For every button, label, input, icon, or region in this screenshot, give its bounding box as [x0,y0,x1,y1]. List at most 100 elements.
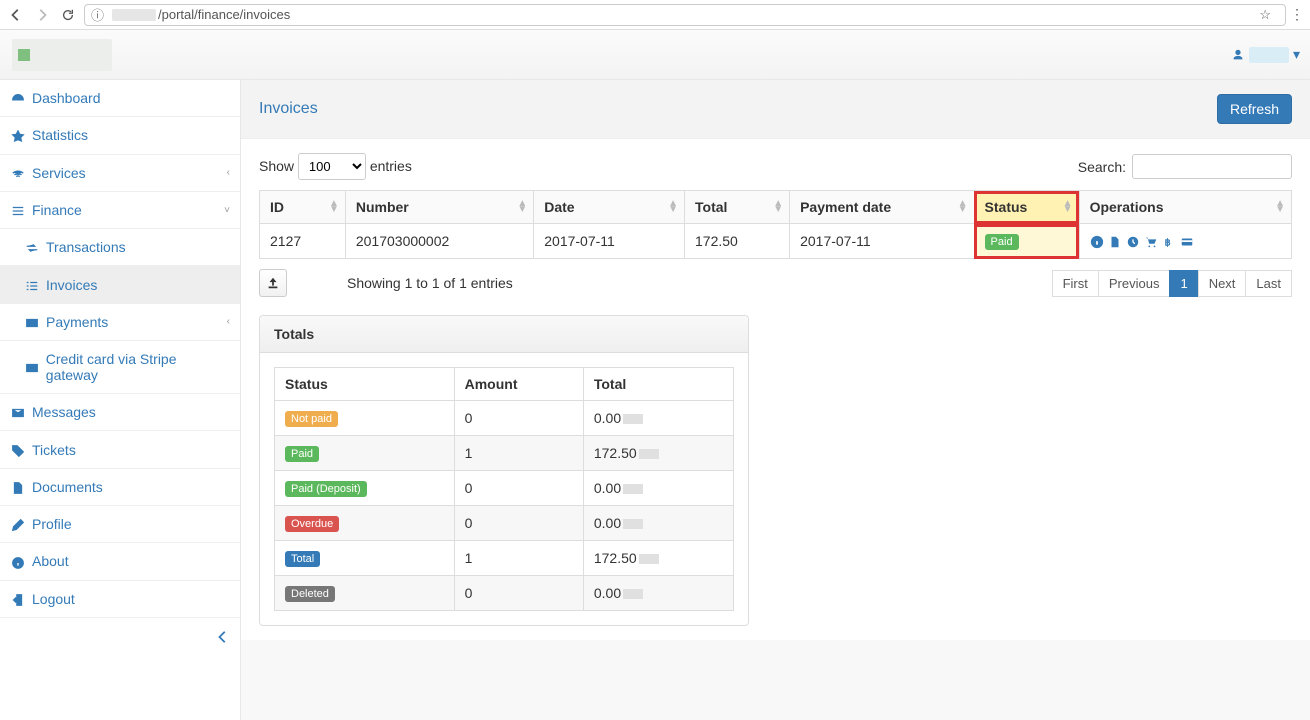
length-label-pre: Show [259,158,294,174]
op-file-icon[interactable] [1108,233,1122,249]
sidebar-item-label: Logout [32,591,75,607]
star-icon [11,130,25,144]
totals-status: Total [275,541,455,576]
pencil-icon [11,518,25,532]
sidebar-item-logout[interactable]: Logout [0,581,240,617]
page-last[interactable]: Last [1245,270,1292,297]
sort-icon: ▲▼ [517,201,527,213]
table-row: 21272017030000022017-07-11172.502017-07-… [260,224,1292,259]
op-bitcoin-icon[interactable]: ฿ [1162,233,1176,249]
totals-amount: 0 [454,471,583,506]
sidebar-item-tickets[interactable]: Tickets [0,431,240,467]
pagination: First Previous 1 Next Last [1053,270,1292,297]
status-badge: Total [285,551,320,567]
sidebar-item-profile[interactable]: Profile [0,506,240,542]
sidebar-item-label: Invoices [46,277,97,293]
op-info-icon[interactable] [1090,233,1104,249]
op-cart-icon[interactable] [1144,233,1158,249]
datatable-controls: Show 100 entries Search: [259,153,1292,180]
url-path: /portal/finance/invoices [158,7,290,22]
col-payment-date[interactable]: Payment date▲▼ [790,191,974,224]
sidebar-item-label: Statistics [32,127,88,143]
url-bar[interactable]: ⓘ /portal/finance/invoices ☆ [84,4,1286,26]
sort-icon: ▲▼ [1275,201,1285,213]
sidebar-item-label: Transactions [46,239,126,255]
col-date[interactable]: Date▲▼ [534,191,685,224]
totals-heading: Totals [260,316,748,353]
logo[interactable] [12,39,112,71]
sidebar-item-dashboard[interactable]: Dashboard [0,80,240,116]
invoices-table: ID▲▼Number▲▼Date▲▼Total▲▼Payment date▲▼S… [259,190,1292,259]
sidebar-item-services[interactable]: Services ‹ [0,155,240,191]
chevron-icon: ˅ [224,205,230,216]
forward-button[interactable] [32,5,52,25]
length-label-post: entries [370,158,412,174]
length-select[interactable]: 100 [298,153,366,180]
page-next[interactable]: Next [1198,270,1247,297]
sidebar-item-transactions[interactable]: Transactions [0,229,240,265]
page-first[interactable]: First [1052,270,1099,297]
sidebar-item-finance[interactable]: Finance˅ [0,192,240,228]
totals-status: Deleted [275,576,455,611]
envelope-icon [11,406,25,420]
search-input[interactable] [1132,154,1292,179]
totals-status: Not paid [275,401,455,436]
sidebar-item-credit-card-via-stripe-gateway[interactable]: Credit card via Stripe gateway [0,341,240,393]
op-clock-icon[interactable] [1126,233,1140,249]
col-label: ID [270,199,284,215]
site-info-icon[interactable]: ⓘ [91,5,104,24]
wifi-icon [11,167,25,181]
refresh-button[interactable]: Refresh [1217,94,1292,124]
search-control: Search: [1078,154,1292,179]
page-current[interactable]: 1 [1169,270,1198,297]
status-badge: Not paid [285,411,338,427]
cell-date: 2017-07-11 [534,224,685,259]
cell-id: 2127 [260,224,346,259]
sidebar-item-about[interactable]: About [0,543,240,579]
totals-panel: Totals StatusAmountTotal Not paid00.00Pa… [259,315,749,626]
file-icon [11,481,25,495]
cell-status: Paid [974,224,1079,259]
sidebar-collapse-button[interactable] [0,618,240,654]
currency-blur [623,589,643,599]
sidebar-item-statistics[interactable]: Statistics [0,117,240,153]
sidebar-item-messages[interactable]: Messages [0,394,240,430]
user-menu[interactable]: ▾ [1231,46,1300,63]
totals-row: Paid1172.50 [275,436,734,471]
exchange-icon [25,241,39,255]
card-icon [25,361,39,375]
browser-menu-icon[interactable]: ⋮ [1290,6,1304,23]
sidebar-item-invoices[interactable]: Invoices [0,266,240,302]
tag-icon [11,444,25,458]
sidebar-item-documents[interactable]: Documents [0,469,240,505]
reload-button[interactable] [58,5,78,25]
totals-total: 172.50 [583,436,733,471]
col-label: Number [356,199,409,215]
sidebar-item-label: Services [32,165,86,181]
export-button[interactable] [259,269,287,297]
card-icon [25,316,39,330]
sidebar-item-label: Credit card via Stripe gateway [46,351,230,383]
totals-status: Overdue [275,506,455,541]
cell-payment-date: 2017-07-11 [790,224,974,259]
arrow-left-icon [216,630,230,644]
chevron-icon: ‹ [227,167,230,178]
arrow-left-icon [9,8,23,22]
page-header: Invoices Refresh [241,80,1310,139]
sidebar-item-payments[interactable]: Payments‹ [0,304,240,340]
page-prev[interactable]: Previous [1098,270,1171,297]
back-button[interactable] [6,5,26,25]
op-card-icon[interactable] [1180,233,1194,249]
sidebar-item-label: Profile [32,516,72,532]
col-operations[interactable]: Operations▲▼ [1079,191,1291,224]
col-status[interactable]: Status▲▼ [974,191,1079,224]
totals-col-status: Status [275,368,455,401]
sidebar: Dashboard Statistics Services ‹ Finance˅ Tran… [0,80,241,720]
bookmark-star-icon[interactable]: ☆ [1259,7,1271,23]
arrow-right-icon [35,8,49,22]
status-badge: Deleted [285,586,335,602]
col-total[interactable]: Total▲▼ [685,191,790,224]
col-id[interactable]: ID▲▼ [260,191,346,224]
col-number[interactable]: Number ▲▼ [345,191,533,224]
status-badge: Paid (Deposit) [285,481,367,497]
